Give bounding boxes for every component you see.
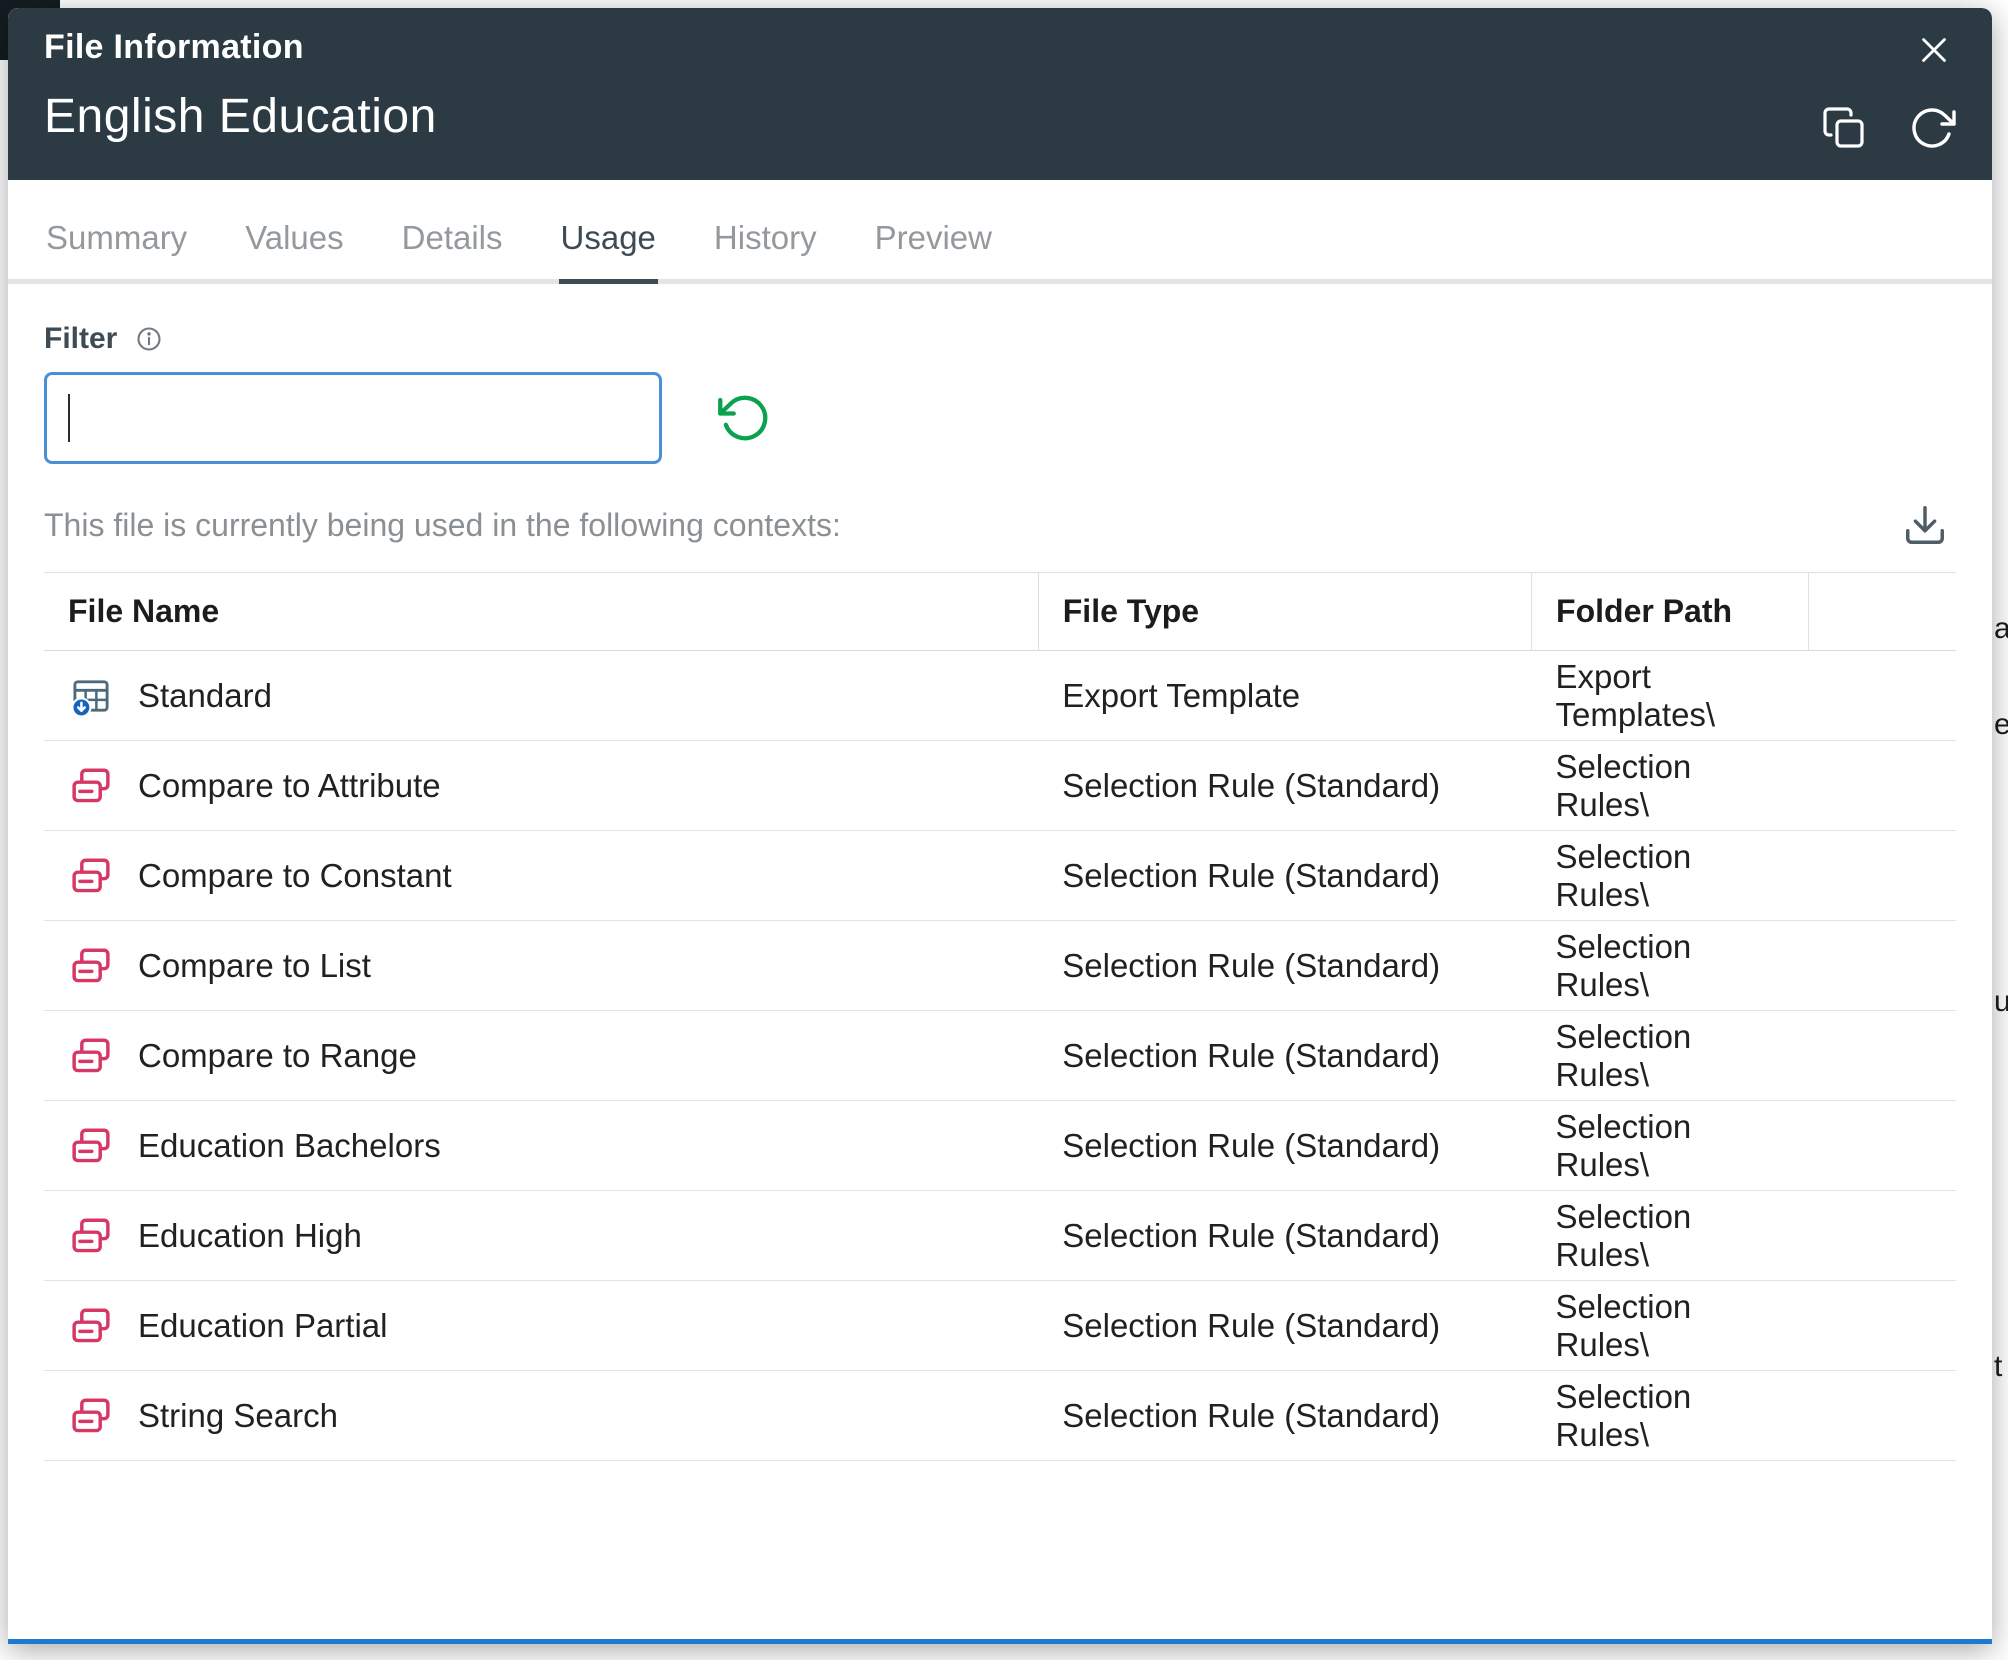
file-type-cell: Selection Rule (Standard) bbox=[1038, 1191, 1531, 1281]
file-name-cell: Standard bbox=[44, 651, 1038, 741]
info-icon[interactable] bbox=[135, 325, 163, 353]
selection-rule-icon bbox=[68, 763, 114, 809]
refresh-filter-icon[interactable] bbox=[718, 391, 772, 445]
selection-rule-icon bbox=[68, 1123, 114, 1169]
usage-description: This file is currently being used in the… bbox=[44, 507, 841, 544]
selection-rule-icon bbox=[68, 853, 114, 899]
tab-history[interactable]: History bbox=[712, 219, 819, 284]
tab-usage[interactable]: Usage bbox=[559, 219, 658, 284]
file-type-cell: Selection Rule (Standard) bbox=[1038, 1281, 1531, 1371]
folder-path-cell: Selection Rules\ bbox=[1532, 741, 1809, 831]
file-type-cell: Selection Rule (Standard) bbox=[1038, 1011, 1531, 1101]
empty-cell bbox=[1809, 1191, 1956, 1281]
file-name-cell: Compare to List bbox=[44, 921, 1038, 1011]
folder-path-cell: Selection Rules\ bbox=[1532, 1101, 1809, 1191]
usage-tab-content: Filter This file is currently being used… bbox=[8, 322, 1992, 1461]
file-information-dialog: File Information English Education Summa… bbox=[8, 8, 1992, 1644]
empty-cell bbox=[1809, 1011, 1956, 1101]
file-name: String Search bbox=[138, 1397, 338, 1435]
column-header-empty bbox=[1809, 573, 1956, 651]
table-row: Education Bachelors Selection Rule (Stand… bbox=[44, 1101, 1956, 1191]
file-name: Compare to Range bbox=[138, 1037, 417, 1075]
file-name-cell: Education Partial bbox=[44, 1281, 1038, 1371]
file-type-cell: Selection Rule (Standard) bbox=[1038, 921, 1531, 1011]
filter-input[interactable] bbox=[44, 372, 662, 464]
table-row: Standard Export TemplateExport Templates\ bbox=[44, 651, 1956, 741]
empty-cell bbox=[1809, 1371, 1956, 1461]
empty-cell bbox=[1809, 831, 1956, 921]
table-row: Education Partial Selection Rule (Standar… bbox=[44, 1281, 1956, 1371]
file-name: Education High bbox=[138, 1217, 362, 1255]
folder-path-cell: Selection Rules\ bbox=[1532, 1281, 1809, 1371]
file-name: Compare to Attribute bbox=[138, 767, 441, 805]
file-title: English Education bbox=[44, 89, 1956, 144]
selection-rule-icon bbox=[68, 1033, 114, 1079]
tab-values[interactable]: Values bbox=[243, 219, 345, 284]
tab-bar: Summary Values Details Usage History Preview bbox=[8, 180, 1992, 284]
file-name: Education Partial bbox=[138, 1307, 387, 1345]
filter-label: Filter bbox=[44, 322, 117, 356]
selection-rule-icon bbox=[68, 1303, 114, 1349]
export-template-icon bbox=[68, 673, 114, 719]
folder-path-cell: Selection Rules\ bbox=[1532, 921, 1809, 1011]
file-name-cell: Compare to Attribute bbox=[44, 741, 1038, 831]
table-header-row: File NameFile TypeFolder Path bbox=[44, 573, 1956, 651]
dialog-title: File Information bbox=[44, 28, 1956, 67]
download-icon[interactable] bbox=[1902, 502, 1948, 548]
empty-cell bbox=[1809, 1281, 1956, 1371]
selection-rule-icon bbox=[68, 943, 114, 989]
file-name-cell: Education Bachelors bbox=[44, 1101, 1038, 1191]
column-header: File Type bbox=[1038, 573, 1531, 651]
selection-rule-icon bbox=[68, 1393, 114, 1439]
column-header: File Name bbox=[44, 573, 1038, 651]
tab-summary[interactable]: Summary bbox=[44, 219, 189, 284]
background-text-fragment: a bbox=[1994, 612, 2008, 646]
file-type-cell: Selection Rule (Standard) bbox=[1038, 831, 1531, 921]
file-name: Standard bbox=[138, 677, 272, 715]
selection-rule-icon bbox=[68, 1213, 114, 1259]
file-type-cell: Selection Rule (Standard) bbox=[1038, 741, 1531, 831]
tab-preview[interactable]: Preview bbox=[873, 219, 994, 284]
empty-cell bbox=[1809, 1101, 1956, 1191]
file-name: Compare to List bbox=[138, 947, 371, 985]
file-name-cell: Compare to Constant bbox=[44, 831, 1038, 921]
table-row: Compare to Range Selection Rule (Standard… bbox=[44, 1011, 1956, 1101]
file-name-cell: Compare to Range bbox=[44, 1011, 1038, 1101]
close-icon[interactable] bbox=[1910, 26, 1958, 74]
file-name-cell: Education High bbox=[44, 1191, 1038, 1281]
table-row: Compare to Attribute Selection Rule (Stan… bbox=[44, 741, 1956, 831]
empty-cell bbox=[1809, 741, 1956, 831]
folder-path-cell: Export Templates\ bbox=[1532, 651, 1809, 741]
table-row: String Search Selection Rule (Standard)Se… bbox=[44, 1371, 1956, 1461]
table-row: Education High Selection Rule (Standard)S… bbox=[44, 1191, 1956, 1281]
folder-path-cell: Selection Rules\ bbox=[1532, 1371, 1809, 1461]
refresh-icon[interactable] bbox=[1908, 104, 1956, 152]
file-type-cell: Export Template bbox=[1038, 651, 1531, 741]
file-name: Compare to Constant bbox=[138, 857, 452, 895]
background-text-fragment: e bbox=[1994, 708, 2008, 742]
empty-cell bbox=[1809, 921, 1956, 1011]
column-header: Folder Path bbox=[1532, 573, 1809, 651]
copy-icon[interactable] bbox=[1820, 104, 1868, 152]
file-name-cell: String Search bbox=[44, 1371, 1038, 1461]
file-type-cell: Selection Rule (Standard) bbox=[1038, 1101, 1531, 1191]
background-text-fragment: t bbox=[1994, 1350, 2002, 1384]
table-row: Compare to List Selection Rule (Standard)… bbox=[44, 921, 1956, 1011]
dialog-header: File Information English Education bbox=[8, 8, 1992, 180]
folder-path-cell: Selection Rules\ bbox=[1532, 1191, 1809, 1281]
usage-table: File NameFile TypeFolder Path Standard Ex… bbox=[44, 572, 1956, 1461]
file-name: Education Bachelors bbox=[138, 1127, 441, 1165]
empty-cell bbox=[1809, 651, 1956, 741]
folder-path-cell: Selection Rules\ bbox=[1532, 1011, 1809, 1101]
text-caret bbox=[68, 394, 70, 442]
page-background-strip: a e u t bbox=[1992, 0, 2008, 1660]
folder-path-cell: Selection Rules\ bbox=[1532, 831, 1809, 921]
tab-details[interactable]: Details bbox=[400, 219, 505, 284]
table-row: Compare to Constant Selection Rule (Stand… bbox=[44, 831, 1956, 921]
background-text-fragment: u bbox=[1994, 985, 2008, 1019]
file-type-cell: Selection Rule (Standard) bbox=[1038, 1371, 1531, 1461]
